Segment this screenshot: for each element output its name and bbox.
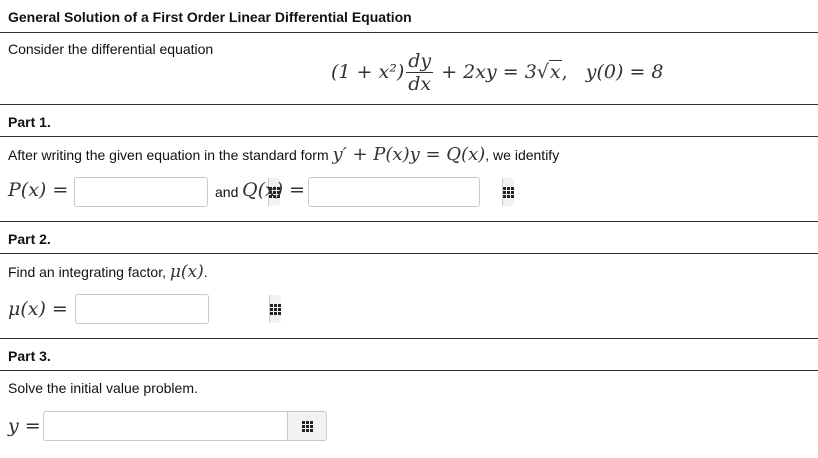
standard-form: y′ + P(x)y = Q(x) xyxy=(332,144,486,165)
part1-heading: Part 1. xyxy=(8,114,51,130)
divider xyxy=(0,338,818,339)
y-input[interactable] xyxy=(44,412,287,440)
p-label: P(x) = xyxy=(8,179,69,201)
divider xyxy=(0,32,818,33)
part2-instructions: Find an integrating factor, μ(x). xyxy=(8,262,208,282)
q-input[interactable] xyxy=(309,178,502,206)
keypad-grid-icon xyxy=(301,420,313,432)
mu-label: μ(x) = xyxy=(8,298,68,320)
equation-prefix: (1 + x²) xyxy=(331,61,405,83)
part2-period: . xyxy=(203,264,208,280)
y-answer-field xyxy=(43,411,327,441)
part1-instructions: After writing the given equation in the … xyxy=(8,144,559,165)
part1-text-after: , we identify xyxy=(485,147,560,163)
mu-symbol: μ(x) xyxy=(169,262,204,282)
p-input[interactable] xyxy=(75,178,268,206)
q-keypad-button[interactable] xyxy=(502,178,514,206)
page-title: General Solution of a First Order Linear… xyxy=(8,9,412,25)
part2-heading: Part 2. xyxy=(8,231,51,247)
part3-heading: Part 3. xyxy=(8,348,51,364)
differential-equation: (1 + x²) dy dx + 2xy = 3√x, y(0) = 8 xyxy=(331,50,664,95)
initial-condition: y(0) = 8 xyxy=(585,61,664,83)
mu-input[interactable] xyxy=(76,295,269,323)
keypad-grid-icon xyxy=(270,303,281,315)
mu-keypad-button[interactable] xyxy=(269,295,281,323)
derivative-fraction: dy dx xyxy=(406,50,434,95)
divider xyxy=(0,136,818,137)
sqrt-icon: √ xyxy=(536,61,549,83)
intro-text: Consider the differential equation xyxy=(8,41,214,57)
sqrt-argument: x xyxy=(548,60,562,83)
equation-middle: + 2xy = 3 xyxy=(435,61,537,83)
y-keypad-button[interactable] xyxy=(287,412,326,440)
part2-text: Find an integrating factor, xyxy=(8,264,170,280)
p-answer-field xyxy=(74,177,280,207)
keypad-grid-icon xyxy=(503,186,514,198)
q-answer-field xyxy=(308,177,514,207)
fraction-numerator: dy xyxy=(406,50,434,73)
fraction-denominator: dx xyxy=(408,73,432,95)
and-text: and xyxy=(215,184,239,200)
divider xyxy=(0,221,818,222)
part3-instructions: Solve the initial value problem. xyxy=(8,380,198,396)
y-label: y = xyxy=(8,415,41,437)
part1-text-before: After writing the given equation in the … xyxy=(8,147,333,163)
mu-answer-field xyxy=(75,294,281,324)
divider xyxy=(0,104,818,105)
divider xyxy=(0,253,818,254)
divider xyxy=(0,370,818,371)
q-label: Q(x) = xyxy=(242,179,306,201)
